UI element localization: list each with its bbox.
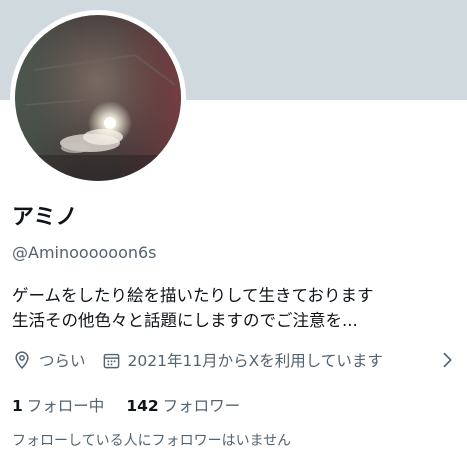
display-name: アミノ: [12, 205, 78, 230]
join-date: 2021年11月からXを利用しています: [102, 349, 383, 371]
user-handle: @Aminoooooon6s: [12, 243, 157, 262]
location-text: つらい: [39, 352, 86, 370]
bio: ゲームをしたり絵を描いたりして生きております 生活その他色々と話題にしますのでご…: [12, 283, 462, 333]
bio-line: 生活その他色々と話題にしますのでご注意を...: [12, 311, 358, 330]
followers-link[interactable]: 142 フォロワー: [126, 394, 240, 418]
calendar-icon: [103, 353, 119, 368]
following-count: 1: [12, 397, 23, 415]
followers-you-know-note: フォローしている人にフォロワーはいません: [12, 433, 292, 449]
following-link[interactable]: 1 フォロー中: [12, 394, 104, 418]
avatar[interactable]: [10, 10, 186, 186]
avatar-image: [15, 15, 181, 181]
location: つらい: [12, 349, 86, 371]
follow-stats: 1 フォロー中 142 フォロワー: [12, 394, 240, 418]
followers-count: 142: [126, 397, 159, 415]
following-label: フォロー中: [26, 397, 105, 415]
profile-meta: つらい 2021年11月からXを利用しています: [12, 347, 383, 373]
map-pin-icon: [15, 351, 29, 369]
chevron-right-icon[interactable]: [438, 351, 456, 369]
join-date-text: 2021年11月からXを利用しています: [127, 352, 383, 370]
followers-label: フォロワー: [162, 397, 241, 415]
bio-line: ゲームをしたり絵を描いたりして生きております: [12, 286, 374, 305]
